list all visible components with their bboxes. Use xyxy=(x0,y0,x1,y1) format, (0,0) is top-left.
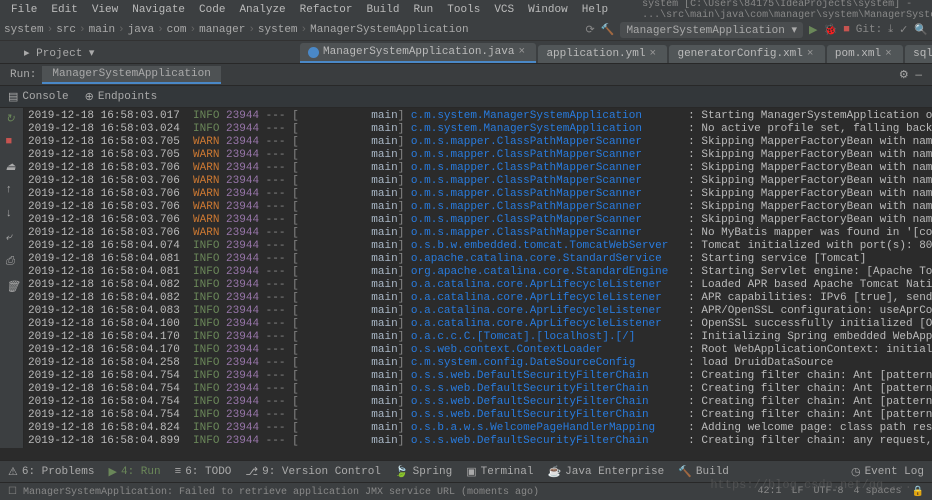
wrap-icon[interactable]: ⤶ xyxy=(6,232,18,244)
vcs-tool[interactable]: ⎇ 9: Version Control xyxy=(245,465,381,479)
run-icon[interactable]: ▶ xyxy=(809,23,817,37)
debug-icon[interactable]: 🐞 xyxy=(823,23,837,37)
crumb-manager[interactable]: manager xyxy=(199,24,245,36)
rerun-icon[interactable]: ↻ xyxy=(6,112,18,124)
build-icon[interactable]: 🔨 xyxy=(601,23,615,37)
menu-navigate[interactable]: Navigate xyxy=(125,2,192,18)
git-commit-icon[interactable]: ✓ xyxy=(899,23,908,37)
run-tool-header: Run: ManagerSystemApplication ⚙ — xyxy=(0,64,932,86)
javaee-tool[interactable]: ☕ Java Enterprise xyxy=(547,465,664,479)
close-tab-icon[interactable]: × xyxy=(518,46,528,58)
crumb-src[interactable]: src xyxy=(56,24,76,36)
tab-generatorconfig[interactable]: generatorConfig.xml× xyxy=(669,45,824,63)
endpoints-tab[interactable]: ⊕ Endpoints xyxy=(85,90,158,104)
stop-icon[interactable]: ■ xyxy=(843,24,850,36)
print-icon[interactable]: ⎙ xyxy=(6,256,18,268)
terminal-tool[interactable]: ▣ Terminal xyxy=(466,465,533,479)
menu-bar: File Edit View Navigate Code Analyze Ref… xyxy=(0,0,932,20)
menu-build[interactable]: Build xyxy=(359,2,406,18)
sync-icon[interactable]: ⟳ xyxy=(586,23,595,37)
console-output[interactable]: 2019-12-18 16:58:03.017 INFO 23944 --- [… xyxy=(24,108,932,448)
crumb-system[interactable]: system xyxy=(4,24,44,36)
problems-tool[interactable]: ⚠ 6: Problems xyxy=(8,465,95,479)
lock-icon[interactable]: 🔒 xyxy=(912,486,924,498)
menu-view[interactable]: View xyxy=(85,2,125,18)
watermark: https://blog.csdn.net/qq_... xyxy=(710,478,912,492)
run-subtabs: ▤ Console ⊕ Endpoints xyxy=(0,86,932,108)
todo-tool[interactable]: ≡ 6: TODO xyxy=(175,466,232,478)
trash-icon[interactable]: 🗑 xyxy=(6,280,18,292)
menu-help[interactable]: Help xyxy=(575,2,615,18)
console-tab[interactable]: ▤ Console xyxy=(8,90,69,104)
run-config-tab[interactable]: ManagerSystemApplication xyxy=(42,66,220,84)
crumb-main[interactable]: main xyxy=(89,24,115,36)
run-config-select[interactable]: ManagerSystemApplication ▾ xyxy=(620,22,803,38)
git-pull-icon[interactable]: ⤓ xyxy=(888,24,893,36)
crumb-file[interactable]: ManagerSystemApplication xyxy=(310,24,468,36)
tab-application-yml[interactable]: application.yml× xyxy=(538,45,667,63)
run-tool[interactable]: ▶ 4: Run xyxy=(109,465,161,479)
git-label: Git: xyxy=(856,24,882,36)
menu-run[interactable]: Run xyxy=(406,2,440,18)
file-tabs: ManagerSystemApplication.java× applicati… xyxy=(0,41,932,64)
search-icon[interactable]: 🔍 xyxy=(914,23,928,37)
tab-pom[interactable]: pom.xml× xyxy=(827,45,903,63)
menu-code[interactable]: Code xyxy=(192,2,232,18)
project-tool[interactable]: ▸ Project ▾ xyxy=(16,43,102,63)
status-message: ☐ ManagerSystemApplication: Failed to re… xyxy=(8,486,539,498)
crumb-java[interactable]: java xyxy=(128,24,154,36)
eventlog-tool[interactable]: ◷ Event Log xyxy=(851,465,924,479)
build-tool[interactable]: 🔨 Build xyxy=(678,465,729,479)
menu-edit[interactable]: Edit xyxy=(44,2,84,18)
menu-analyze[interactable]: Analyze xyxy=(232,2,292,18)
breadcrumb: system› src› main› java› com› manager› s… xyxy=(0,20,932,41)
tab-managersystemapplication[interactable]: ManagerSystemApplication.java× xyxy=(300,43,536,63)
menu-refactor[interactable]: Refactor xyxy=(293,2,360,18)
menu-window[interactable]: Window xyxy=(521,2,575,18)
window-title: system [C:\Users\84175\IdeaProjects\syst… xyxy=(635,0,932,23)
menu-vcs[interactable]: VCS xyxy=(487,2,521,18)
crumb-com[interactable]: com xyxy=(167,24,187,36)
down-icon[interactable]: ↓ xyxy=(6,208,18,220)
run-label: Run: xyxy=(10,69,36,81)
menu-tools[interactable]: Tools xyxy=(440,2,487,18)
tab-sqlmapconfig[interactable]: sqlMapConfig.xml× xyxy=(905,45,932,63)
run-gutter: ↻ ■ ⏏ ↑ ↓ ⤶ ⎙ 🗑 xyxy=(0,108,24,448)
stop-icon[interactable]: ■ xyxy=(6,136,18,148)
exit-icon[interactable]: ⏏ xyxy=(6,160,18,172)
spring-tool[interactable]: 🍃 Spring xyxy=(395,465,452,479)
menu-file[interactable]: File xyxy=(4,2,44,18)
up-icon[interactable]: ↑ xyxy=(6,184,18,196)
settings-icon[interactable]: ⚙ — xyxy=(899,68,922,82)
crumb-system2[interactable]: system xyxy=(258,24,298,36)
